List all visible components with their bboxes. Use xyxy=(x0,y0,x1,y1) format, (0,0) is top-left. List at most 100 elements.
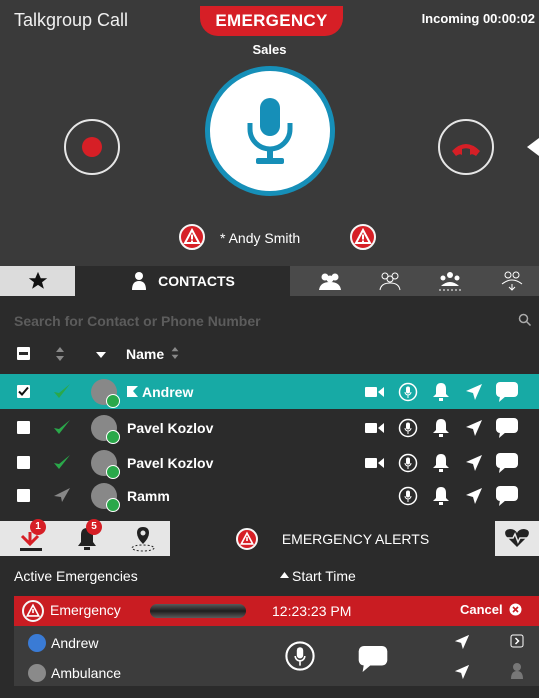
avatar xyxy=(91,415,120,444)
tab-alerts[interactable]: 5 xyxy=(60,519,115,556)
contact-row[interactable]: Andrew xyxy=(0,374,539,409)
group-avatar xyxy=(28,664,46,682)
row-checkbox[interactable] xyxy=(17,456,30,469)
emergency-members: Andrew Ambulance xyxy=(14,626,539,686)
contact-name: Pavel Kozlov xyxy=(127,420,214,436)
sort-status-icon[interactable] xyxy=(56,347,64,361)
select-all-checkbox[interactable] xyxy=(17,347,30,360)
avatar xyxy=(91,483,120,512)
contact-row[interactable]: Ramm xyxy=(0,478,539,513)
search-icon[interactable] xyxy=(518,313,532,327)
contact-name: Ramm xyxy=(127,488,170,504)
video-call-icon[interactable] xyxy=(358,416,391,440)
location-icon[interactable] xyxy=(457,484,490,508)
tab-emergency-alerts-label: EMERGENCY ALERTS xyxy=(281,530,430,547)
star-icon xyxy=(28,271,47,289)
tab-contacts[interactable]: CONTACTS xyxy=(75,266,290,296)
tab-favorites[interactable] xyxy=(0,266,75,296)
contact-row[interactable]: Pavel Kozlov xyxy=(0,445,539,480)
video-call-icon[interactable] xyxy=(358,451,391,475)
cancel-emergency-button[interactable]: Cancel xyxy=(460,602,522,617)
hangup-button[interactable] xyxy=(438,119,494,175)
location-icon[interactable] xyxy=(457,416,490,440)
column-name[interactable]: Name xyxy=(126,346,179,362)
tab-bar: CONTACTS xyxy=(0,266,539,296)
side-drawer-tab[interactable] xyxy=(527,138,539,156)
alert-bell-icon[interactable] xyxy=(424,451,457,475)
emergency-alert-icon xyxy=(235,527,258,550)
location-icon[interactable] xyxy=(454,664,470,680)
location-icon[interactable] xyxy=(457,380,490,404)
ptt-call-icon[interactable] xyxy=(391,484,424,508)
alert-bell-icon[interactable] xyxy=(424,380,457,404)
contact-row[interactable]: Pavel Kozlov xyxy=(0,410,539,445)
ptt-call-icon[interactable] xyxy=(391,451,424,475)
group-icon xyxy=(319,273,341,290)
row-checkbox[interactable] xyxy=(17,385,30,398)
tab-broadcast[interactable] xyxy=(484,266,539,296)
push-to-talk-button[interactable] xyxy=(205,66,335,196)
sort-up-icon xyxy=(280,572,289,578)
sort-name-icon xyxy=(171,347,179,359)
close-icon xyxy=(509,603,522,616)
contact-name: Andrew xyxy=(127,384,193,400)
incoming-timer: Incoming 00:00:02 xyxy=(421,11,535,26)
expand-icon[interactable] xyxy=(510,634,524,648)
dispatch-group-icon xyxy=(439,272,461,291)
group-name: Sales xyxy=(252,42,287,57)
row-checkbox[interactable] xyxy=(17,489,30,502)
alerts-count-badge: 5 xyxy=(86,519,102,535)
video-call-icon[interactable] xyxy=(358,380,391,404)
record-button[interactable] xyxy=(64,119,120,175)
avatar xyxy=(91,450,120,479)
emergency-banner: EMERGENCY xyxy=(200,6,343,36)
online-status-icon xyxy=(54,455,70,469)
list-header xyxy=(0,340,539,370)
tab-missed-calls[interactable]: 1 xyxy=(0,519,60,556)
person-icon xyxy=(132,272,147,290)
ptt-call-icon[interactable] xyxy=(284,640,316,672)
online-status-icon xyxy=(54,420,70,434)
member-row[interactable]: Andrew xyxy=(28,634,98,652)
heartbeat-icon xyxy=(505,529,529,547)
contact-disabled-icon xyxy=(511,663,523,679)
message-icon[interactable] xyxy=(490,416,523,440)
location-icon[interactable] xyxy=(454,634,470,650)
missed-count-badge: 1 xyxy=(30,519,46,535)
ptt-call-icon[interactable] xyxy=(391,416,424,440)
active-speaker: * Andy Smith xyxy=(220,230,301,246)
tab-dynamic-groups[interactable] xyxy=(420,266,480,296)
member-row[interactable]: Ambulance xyxy=(28,664,121,682)
start-time-column[interactable]: Start Time xyxy=(280,568,356,584)
message-icon[interactable] xyxy=(490,484,523,508)
microphone-icon xyxy=(247,98,293,164)
emergency-alert-icon xyxy=(179,224,205,250)
broadcast-group-icon xyxy=(501,271,522,291)
contact-name: Pavel Kozlov xyxy=(127,455,214,471)
tab-health[interactable] xyxy=(495,521,539,556)
tab-groups[interactable] xyxy=(300,266,360,296)
flag-icon xyxy=(127,386,138,397)
location-icon[interactable] xyxy=(457,451,490,475)
talkgroup-icon xyxy=(379,272,401,291)
tab-geofence[interactable] xyxy=(115,521,170,556)
search-input[interactable] xyxy=(14,311,514,331)
offline-status-icon xyxy=(54,488,70,502)
message-icon[interactable] xyxy=(490,451,523,475)
tab-emergency-alerts[interactable]: EMERGENCY ALERTS xyxy=(170,521,495,556)
alert-bell-icon[interactable] xyxy=(424,416,457,440)
tab-talkgroups[interactable] xyxy=(362,266,418,296)
message-icon[interactable] xyxy=(358,646,388,672)
emergency-row[interactable]: Emergency 12:23:23 PM Cancel xyxy=(14,596,539,626)
sort-avatar-icon[interactable] xyxy=(96,352,106,358)
avatar xyxy=(91,379,120,408)
emergency-label: Emergency xyxy=(50,602,121,618)
alert-bell-icon[interactable] xyxy=(424,484,457,508)
active-emergencies-label: Active Emergencies xyxy=(14,568,138,584)
row-checkbox[interactable] xyxy=(17,421,30,434)
geofence-icon xyxy=(131,527,155,552)
emergency-alert-icon xyxy=(350,224,376,250)
ptt-call-icon[interactable] xyxy=(391,380,424,404)
message-icon[interactable] xyxy=(490,380,523,404)
tab-contacts-label: CONTACTS xyxy=(158,273,235,289)
